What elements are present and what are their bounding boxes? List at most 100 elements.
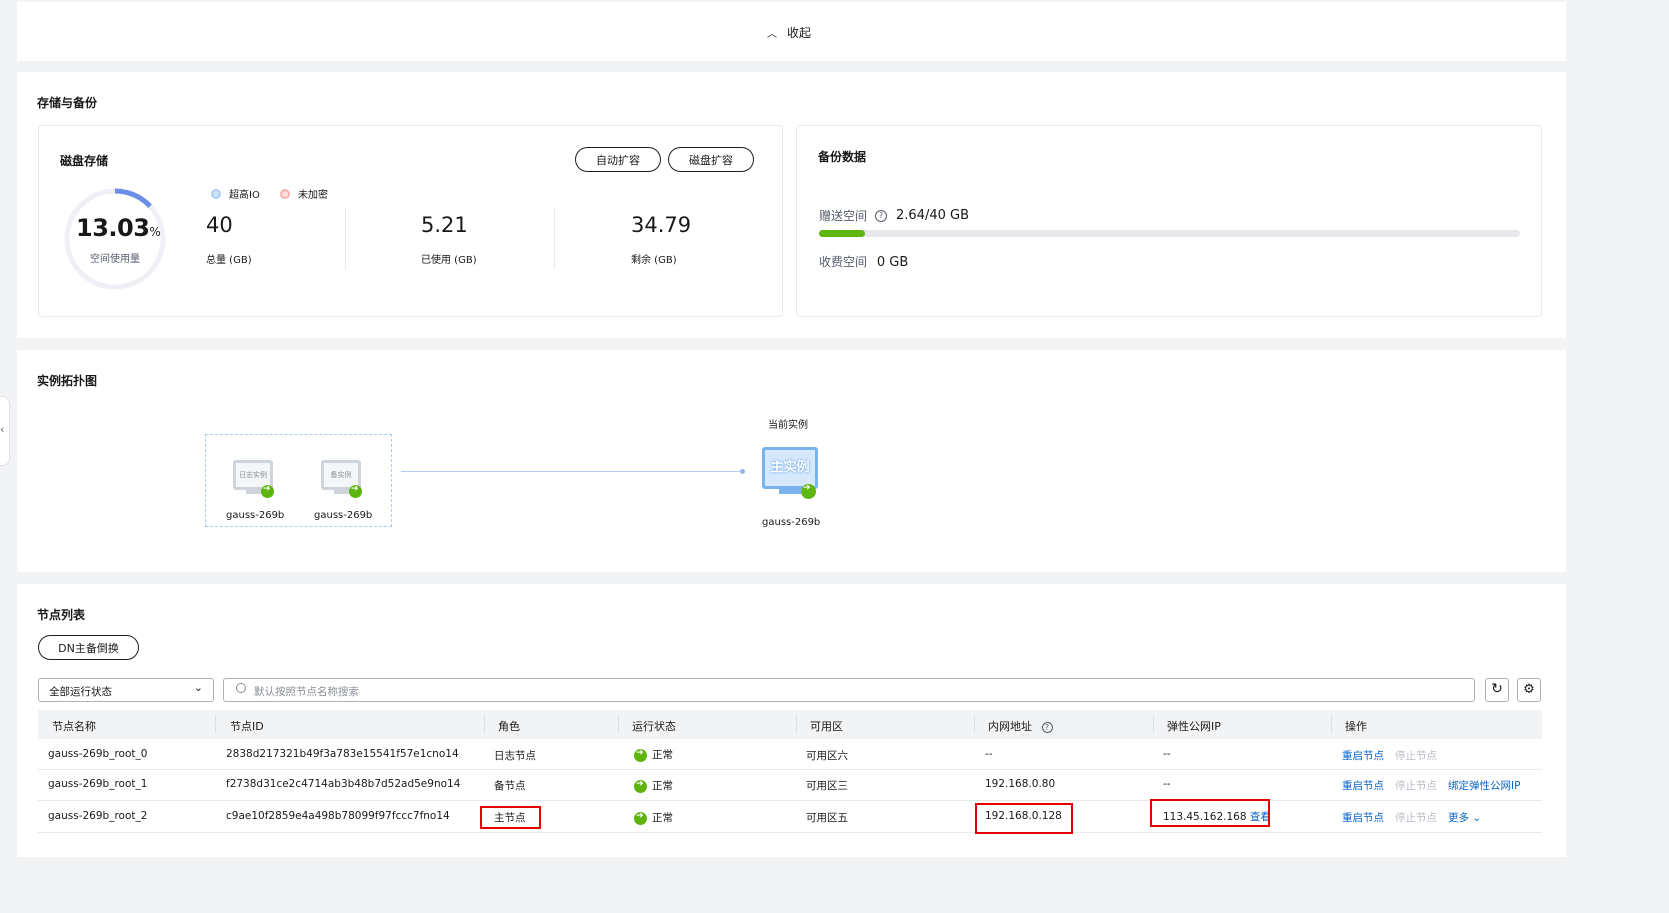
storage-section-title: 存储与备份 [37,96,98,110]
status-ok-icon [801,483,816,499]
highlight-eip-box [1150,799,1270,827]
header-ip: 内网地址 ? [988,718,1053,734]
cell-status: 正常 [634,778,673,793]
cell-az: 可用区六 [806,750,848,762]
chevron-up-icon: ︿ [767,29,777,40]
highlight-ip-box [975,803,1073,834]
remaining-label: 剩余 (GB) [631,255,677,266]
collapse-bar: ︿ 收起 [17,2,1566,61]
bind-eip-link[interactable]: 绑定弹性公网IP [1448,778,1520,793]
primary-node[interactable]: 主实例 [762,447,818,499]
log-node-name: gauss-269b [226,510,285,521]
metric-divider [345,208,346,270]
chevron-left-icon: ‹ [0,423,5,436]
cell-status: 正常 [634,810,673,825]
cell-az: 可用区五 [806,812,848,824]
disk-storage-card: 磁盘存储 自动扩容 磁盘扩容 13.03% 空间使用量 超高IO 未加密 40 … [38,125,783,317]
highlight-role-box [480,806,541,829]
total-value: 40 [206,213,233,237]
cell-status: 正常 [634,747,673,762]
collapse-toggle[interactable]: ︿ 收起 [767,24,811,41]
paid-space-label: 收费空间 [819,255,868,269]
side-collapse-tab[interactable]: ‹ [0,396,10,466]
status-ok-icon [634,748,647,762]
topology-section: 实例拓扑图 日志实例 gauss-269b 备实例 gauss-269b 当前实… [17,350,1566,572]
stop-node-link[interactable]: 停止节点 [1395,748,1437,763]
help-icon[interactable]: ? [1041,722,1053,733]
search-input[interactable]: 默认按照节点名称搜索 [223,678,1475,702]
cell-eip: -- [1163,748,1171,760]
gear-icon: ⚙ [1523,682,1535,697]
restart-node-link[interactable]: 重启节点 [1342,748,1384,763]
cell-ip: 192.168.0.80 [985,778,1056,790]
status-ok-icon [634,811,647,825]
chevron-down-icon: ⌄ [1472,812,1482,824]
help-icon[interactable]: ? [875,209,888,222]
usage-label: 空间使用量 [90,254,140,265]
free-space-bar [819,230,1520,237]
restart-node-link[interactable]: 重启节点 [1342,778,1384,793]
collapse-label: 收起 [787,26,812,40]
backup-title: 备份数据 [818,150,867,164]
free-space-value: 2.64/40 GB [896,208,970,223]
cell-ip: -- [985,748,993,760]
standby-node-name: gauss-269b [314,510,373,521]
cell-node-id: c9ae10f2859e4a498b78099f97fccc7fno14 [226,810,450,822]
backup-card: 备份数据 赠送空间 ? 2.64/40 GB 收费空间 0 GB [796,125,1542,317]
header-actions: 操作 [1345,720,1367,733]
cell-role: 备节点 [494,780,526,792]
stop-node-link[interactable]: 停止节点 [1395,810,1437,825]
log-node[interactable]: 日志实例 [233,460,275,498]
free-space-row: 赠送空间 ? 2.64/40 GB [819,207,969,224]
auto-expand-button[interactable]: 自动扩容 [575,147,661,172]
cell-az: 可用区三 [806,780,848,792]
free-space-label: 赠送空间 [819,209,868,223]
total-label: 总量 (GB) [206,255,252,266]
status-ok-icon [634,779,647,793]
current-instance-label: 当前实例 [768,420,808,431]
cell-node-id: 2838d217321b49f3a783e15541f57e1cno14 [226,748,459,760]
search-icon [236,683,246,693]
cell-eip: -- [1163,778,1171,790]
paid-space-row: 收费空间 0 GB [819,253,908,270]
topology-connector [401,471,742,472]
status-ok-icon [349,484,362,498]
refresh-icon: ↻ [1491,681,1503,697]
stop-node-link[interactable]: 停止节点 [1395,778,1437,793]
node-list-title: 节点列表 [37,608,86,622]
more-actions-link[interactable]: 更多 ⌄ [1448,810,1481,825]
encrypt-dot-icon [280,188,290,199]
io-dot-icon [211,188,221,199]
primary-node-name: gauss-269b [762,517,821,528]
disk-expand-button[interactable]: 磁盘扩容 [668,147,754,172]
cell-node-id: f2738d31ce2c4714ab3b48b7d52ad5e9no14 [226,778,461,790]
metric-divider [554,208,555,270]
restart-node-link[interactable]: 重启节点 [1342,810,1384,825]
topology-title: 实例拓扑图 [37,374,98,388]
used-label: 已使用 (GB) [421,255,477,266]
chevron-down-icon: ⌄ [193,681,203,694]
header-node-id: 节点ID [230,720,264,733]
status-filter-select[interactable]: 全部运行状态 ⌄ [38,678,214,702]
cell-role: 日志节点 [494,750,536,762]
standby-node[interactable]: 备实例 [321,460,363,498]
header-status: 运行状态 [632,720,676,733]
connector-end-dot [740,469,745,474]
cell-node-name: gauss-269b_root_0 [48,748,148,760]
header-node-name: 节点名称 [52,720,96,733]
dn-switch-button[interactable]: DN主备倒换 [38,635,139,660]
settings-button[interactable]: ⚙ [1517,678,1541,702]
refresh-button[interactable]: ↻ [1485,678,1509,702]
cell-node-name: gauss-269b_root_1 [48,778,148,790]
status-ok-icon [261,484,274,498]
legend-io: 超高IO [211,186,260,201]
header-az: 可用区 [810,720,843,733]
disk-storage-title: 磁盘存储 [60,154,109,168]
cell-node-name: gauss-269b_root_2 [48,810,148,822]
storage-section: 存储与备份 磁盘存储 自动扩容 磁盘扩容 13.03% 空间使用量 超高IO 未… [17,72,1566,338]
usage-value: 13.03% [76,214,161,242]
used-value: 5.21 [421,213,468,237]
paid-space-value: 0 GB [876,255,909,270]
search-placeholder: 默认按照节点名称搜索 [254,686,359,698]
header-role: 角色 [498,720,520,733]
